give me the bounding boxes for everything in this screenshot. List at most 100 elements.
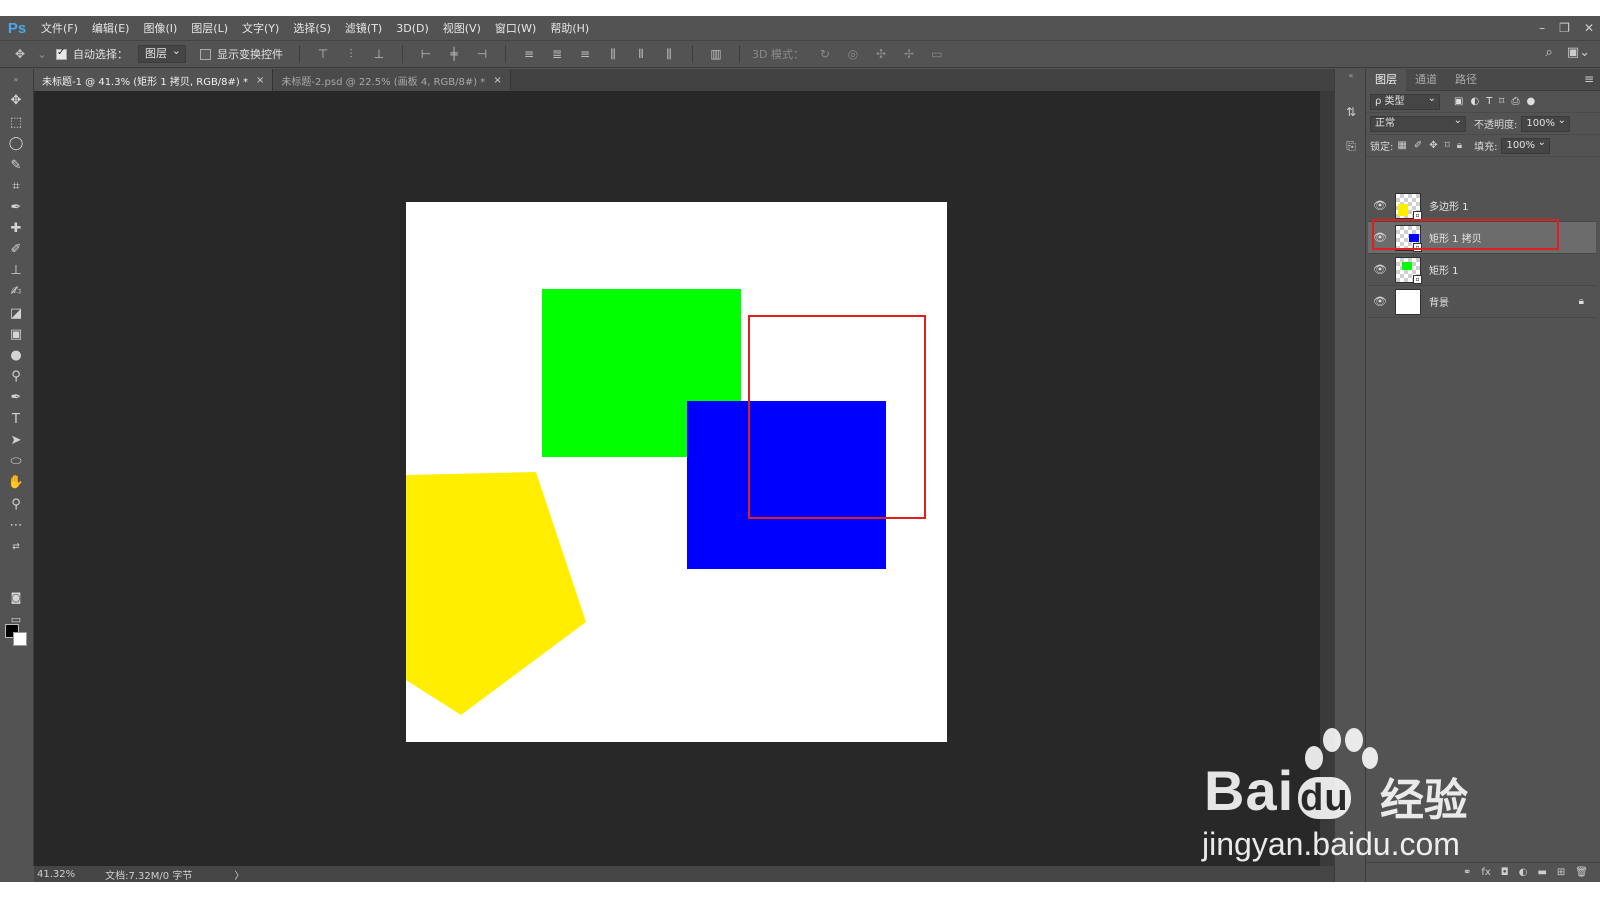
distribute-left-icon[interactable]: ⫼ bbox=[602, 44, 624, 64]
zoom-tool-icon[interactable]: ⚲ bbox=[5, 496, 27, 514]
visibility-eye-icon[interactable]: 👁︎ bbox=[1368, 295, 1392, 308]
collapse-toolbar-icon[interactable]: » bbox=[5, 71, 27, 89]
marquee-tool-icon[interactable]: ⬚ bbox=[5, 114, 27, 132]
align-top-icon[interactable]: ⊤ bbox=[312, 44, 334, 64]
dodge-tool-icon[interactable]: ⚲ bbox=[5, 368, 27, 386]
brush-tool-icon[interactable]: ✐ bbox=[5, 241, 27, 259]
stamp-tool-icon[interactable]: ⊥ bbox=[5, 262, 27, 280]
distribute-vcenter-icon[interactable]: ≣ bbox=[546, 44, 568, 64]
quick-select-tool-icon[interactable]: ✎ bbox=[5, 157, 27, 175]
tab-document-2[interactable]: 未标题-2.psd @ 22.5% (画板 4, RGB/8#) * × bbox=[273, 69, 511, 91]
delete-layer-icon[interactable]: 🗑︎ bbox=[1575, 867, 1588, 878]
background-color-swatch[interactable] bbox=[13, 632, 27, 646]
layer-name[interactable]: 多边形 1 bbox=[1429, 198, 1469, 213]
3d-drag-icon[interactable]: ✣ bbox=[870, 44, 892, 64]
auto-align-icon[interactable]: ▥ bbox=[705, 44, 727, 64]
menu-window[interactable]: 窗口(W) bbox=[488, 20, 543, 36]
tool-preset-chevron-icon[interactable]: ⌄ bbox=[34, 47, 50, 61]
layer-name[interactable]: 背景 bbox=[1429, 294, 1449, 309]
adjustment-layer-icon[interactable]: ◐ bbox=[1519, 867, 1528, 878]
filter-adjustment-icon[interactable]: ◐ bbox=[1470, 96, 1479, 107]
menu-3d[interactable]: 3D(D) bbox=[389, 22, 436, 35]
tab-close-icon[interactable]: × bbox=[493, 75, 501, 86]
minimize-button[interactable]: – bbox=[1539, 21, 1545, 35]
auto-select-checkbox[interactable] bbox=[56, 47, 67, 60]
3d-rotate-icon[interactable]: ↻ bbox=[814, 44, 836, 64]
history-panel-icon[interactable]: ⇅ bbox=[1343, 105, 1359, 121]
lock-transparent-icon[interactable]: ▦ bbox=[1397, 140, 1406, 151]
tab-channels[interactable]: 通道 bbox=[1406, 69, 1446, 91]
lasso-tool-icon[interactable]: ◯ bbox=[5, 135, 27, 153]
blend-mode-select[interactable]: 正常 bbox=[1370, 114, 1466, 132]
3d-slide-icon[interactable]: ✢ bbox=[898, 44, 920, 64]
type-tool-icon[interactable]: T bbox=[5, 411, 27, 429]
zoom-level[interactable]: 41.32% bbox=[37, 869, 75, 880]
fill-input[interactable]: 100% bbox=[1501, 136, 1551, 154]
move-tool-icon[interactable]: ✥ bbox=[5, 92, 27, 110]
menu-layer[interactable]: 图层(L) bbox=[184, 20, 235, 36]
pen-tool-icon[interactable]: ✒ bbox=[5, 389, 27, 407]
hand-tool-icon[interactable]: ✋ bbox=[5, 474, 27, 492]
properties-panel-icon[interactable]: ⎘ bbox=[1343, 139, 1359, 155]
filter-pixel-icon[interactable]: ▣ bbox=[1454, 96, 1463, 107]
lock-position-icon[interactable]: ✥ bbox=[1429, 140, 1437, 151]
shape-tool-icon[interactable]: ⬭ bbox=[5, 453, 27, 471]
tab-paths[interactable]: 路径 bbox=[1446, 69, 1486, 91]
collapse-dock-icon[interactable]: « bbox=[1343, 71, 1359, 87]
menu-select[interactable]: 选择(S) bbox=[286, 20, 338, 36]
3d-roll-icon[interactable]: ◎ bbox=[842, 44, 864, 64]
restore-button[interactable]: ❐ bbox=[1559, 21, 1570, 35]
workspace-switcher-icon[interactable]: ▣⌄ bbox=[1567, 45, 1590, 60]
layer-filter-select[interactable]: ρ 类型 bbox=[1370, 92, 1440, 110]
eyedropper-tool-icon[interactable]: ✒ bbox=[5, 199, 27, 217]
move-tool-icon[interactable]: ✥ bbox=[12, 47, 28, 61]
3d-scale-icon[interactable]: ▭ bbox=[926, 44, 948, 64]
align-left-icon[interactable]: ⊢ bbox=[415, 44, 437, 64]
lock-artboard-icon[interactable]: ⌑ bbox=[1445, 140, 1450, 151]
new-layer-icon[interactable]: ⊞ bbox=[1557, 867, 1565, 878]
auto-select-target-select[interactable]: 图层 bbox=[138, 43, 186, 63]
visibility-eye-icon[interactable]: 👁︎ bbox=[1368, 199, 1392, 212]
more-tools-icon[interactable]: ⋯ bbox=[5, 517, 27, 535]
layer-style-icon[interactable]: fx bbox=[1481, 867, 1490, 878]
align-vcenter-icon[interactable]: ⫶ bbox=[340, 44, 362, 64]
status-menu-arrow-icon[interactable]: 〉 bbox=[234, 867, 244, 882]
layer-row-rect[interactable]: 👁︎ ▫ 矩形 1 bbox=[1368, 254, 1596, 286]
add-mask-icon[interactable]: ◘ bbox=[1501, 867, 1509, 878]
polygon-yellow[interactable] bbox=[406, 472, 586, 715]
screen-mode-icon[interactable]: ▭ bbox=[5, 611, 27, 629]
opacity-input[interactable]: 100% bbox=[1521, 114, 1570, 132]
align-hcenter-icon[interactable]: ╪ bbox=[443, 44, 465, 64]
tab-layers[interactable]: 图层 bbox=[1366, 68, 1406, 91]
search-icon[interactable]: ⌕ bbox=[1546, 45, 1553, 60]
new-group-icon[interactable]: ▬ bbox=[1537, 867, 1546, 878]
tab-close-icon[interactable]: × bbox=[256, 75, 264, 86]
lock-image-icon[interactable]: ✐ bbox=[1414, 140, 1422, 151]
show-transform-checkbox[interactable] bbox=[200, 48, 211, 60]
link-layers-icon[interactable]: ⚭ bbox=[1463, 867, 1471, 878]
align-right-icon[interactable]: ⊣ bbox=[471, 44, 493, 64]
history-brush-tool-icon[interactable]: ✍ bbox=[5, 283, 27, 301]
lock-all-icon[interactable]: 🔒︎ bbox=[1457, 140, 1462, 151]
quick-mask-icon[interactable]: ◙ bbox=[5, 589, 27, 607]
healing-brush-tool-icon[interactable]: ✚ bbox=[5, 220, 27, 238]
swap-colors-icon[interactable]: ⇄ bbox=[5, 538, 27, 556]
distribute-hcenter-icon[interactable]: ⫴ bbox=[630, 44, 652, 64]
filter-type-icon[interactable]: T bbox=[1486, 96, 1492, 107]
menu-file[interactable]: 文件(F) bbox=[34, 20, 85, 36]
distribute-bottom-icon[interactable]: ≡ bbox=[574, 44, 596, 64]
distribute-right-icon[interactable]: ⫼ bbox=[658, 44, 680, 64]
eraser-tool-icon[interactable]: ◪ bbox=[5, 305, 27, 323]
menu-help[interactable]: 帮助(H) bbox=[543, 20, 596, 36]
canvas-workspace[interactable] bbox=[34, 91, 1320, 866]
close-button[interactable]: ✕ bbox=[1584, 21, 1594, 35]
filter-shape-icon[interactable]: ⌑ bbox=[1499, 96, 1504, 107]
menu-edit[interactable]: 编辑(E) bbox=[85, 20, 137, 36]
layer-name[interactable]: 矩形 1 bbox=[1429, 262, 1459, 277]
distribute-top-icon[interactable]: ≡ bbox=[518, 44, 540, 64]
layer-row-polygon[interactable]: 👁︎ ▫ 多边形 1 bbox=[1368, 190, 1596, 222]
path-select-tool-icon[interactable]: ➤ bbox=[5, 432, 27, 450]
tab-document-1[interactable]: 未标题-1 @ 41.3% (矩形 1 拷贝, RGB/8#) * × bbox=[34, 69, 274, 91]
menu-type[interactable]: 文字(Y) bbox=[235, 20, 286, 36]
crop-tool-icon[interactable]: ⌗ bbox=[5, 178, 27, 196]
